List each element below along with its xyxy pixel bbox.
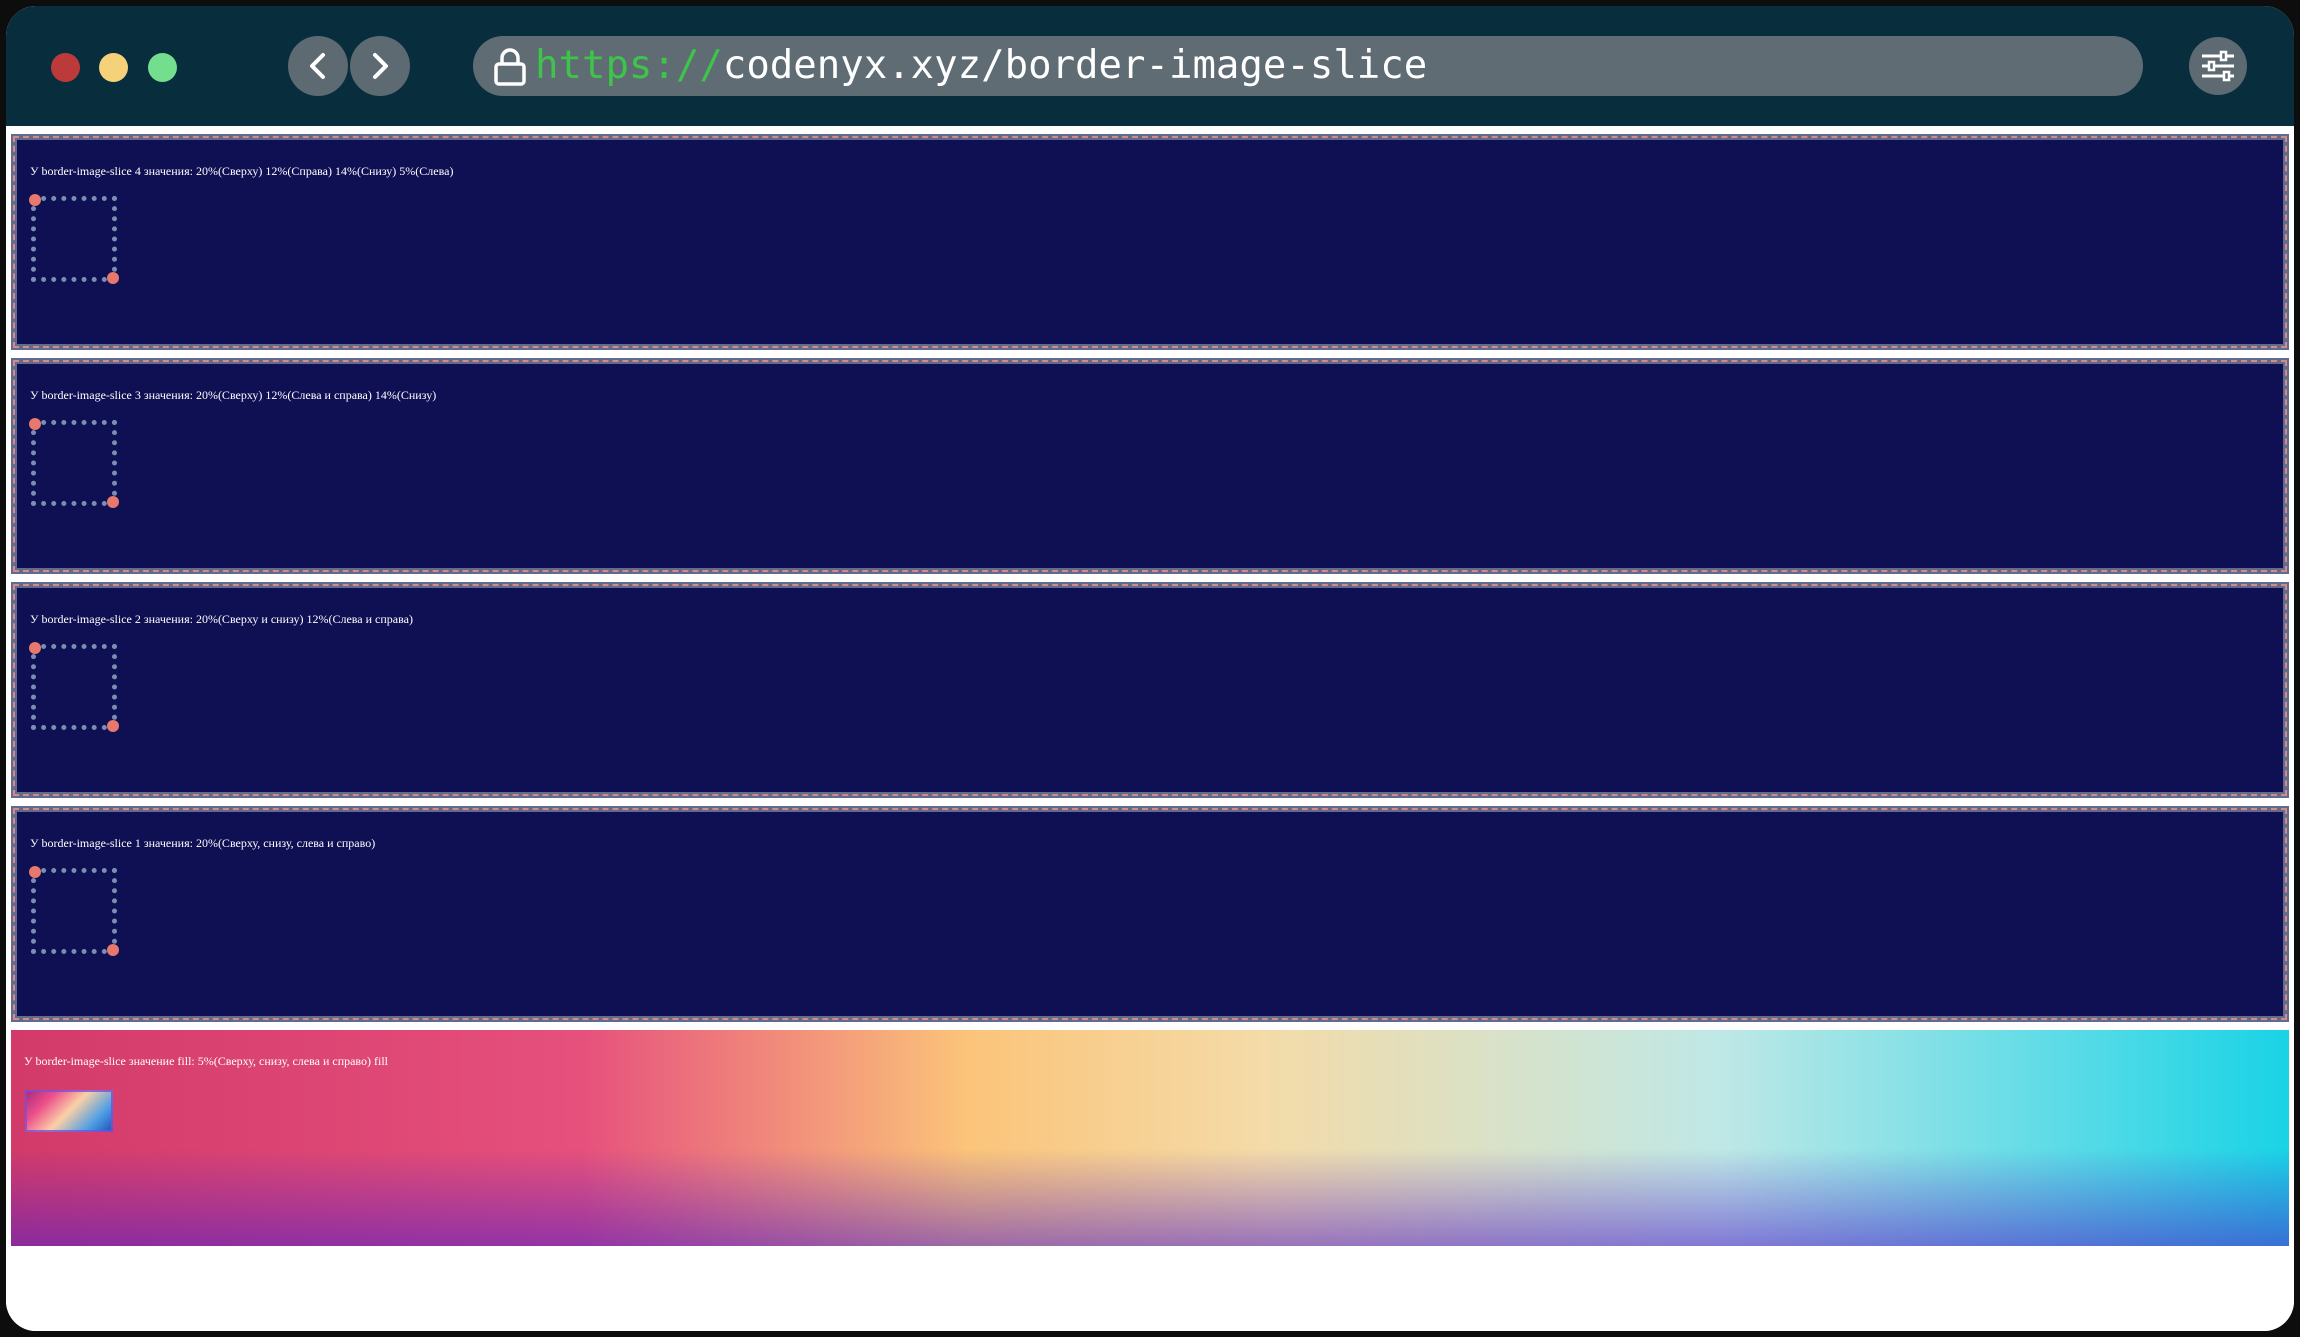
url-scheme: https:// <box>535 43 723 88</box>
flower-corner-icon <box>29 194 41 206</box>
border-image-sample <box>29 866 119 956</box>
close-window-button[interactable] <box>51 53 80 82</box>
maximize-window-button[interactable] <box>148 53 177 82</box>
flower-corner-icon <box>29 866 41 878</box>
example-caption: У border-image-slice 1 значения: 20%(Све… <box>30 836 376 850</box>
address-bar[interactable]: https://codenyx.xyz/border-image-slice <box>473 36 2143 96</box>
example-caption: У border-image-slice значение fill: 5%(С… <box>24 1054 389 1068</box>
forward-button[interactable] <box>350 36 410 96</box>
example-box-2-values: У border-image-slice 2 значения: 20%(Све… <box>11 582 2289 798</box>
lock-icon <box>494 48 526 86</box>
flower-corner-icon <box>107 272 119 284</box>
example-box-4-values: У border-image-slice 4 значения: 20%(Све… <box>11 134 2289 350</box>
chevron-left-icon <box>310 53 325 79</box>
chevron-right-icon <box>373 53 388 79</box>
border-image-sample <box>29 194 119 284</box>
border-image-sample <box>29 642 119 732</box>
flower-corner-icon <box>29 642 41 654</box>
flower-corner-icon <box>107 720 119 732</box>
example-caption: У border-image-slice 4 значения: 20%(Све… <box>30 164 454 178</box>
example-caption: У border-image-slice 2 значения: 20%(Све… <box>30 612 413 626</box>
flower-corner-icon <box>107 944 119 956</box>
gradient-fill-sample <box>25 1090 113 1132</box>
example-box-3-values: У border-image-slice 3 значения: 20%(Све… <box>11 358 2289 574</box>
url-path: codenyx.xyz/border-image-slice <box>722 43 1428 88</box>
minimize-window-button[interactable] <box>99 53 128 82</box>
page-content: У border-image-slice 4 значения: 20%(Све… <box>6 126 2294 1331</box>
example-caption: У border-image-slice 3 значения: 20%(Све… <box>30 388 437 402</box>
browser-titlebar: https://codenyx.xyz/border-image-slice <box>6 6 2294 126</box>
url-text[interactable]: https://codenyx.xyz/border-image-slice <box>535 43 1427 89</box>
flower-corner-icon <box>107 496 119 508</box>
flower-corner-icon <box>29 418 41 430</box>
border-image-sample <box>29 418 119 508</box>
browser-window: https://codenyx.xyz/border-image-slice У… <box>6 6 2294 1331</box>
example-box-fill: У border-image-slice значение fill: 5%(С… <box>11 1030 2289 1246</box>
back-button[interactable] <box>288 36 348 96</box>
example-box-1-value: У border-image-slice 1 значения: 20%(Све… <box>11 806 2289 1022</box>
sliders-icon <box>2202 50 2234 82</box>
settings-button[interactable] <box>2189 37 2247 95</box>
